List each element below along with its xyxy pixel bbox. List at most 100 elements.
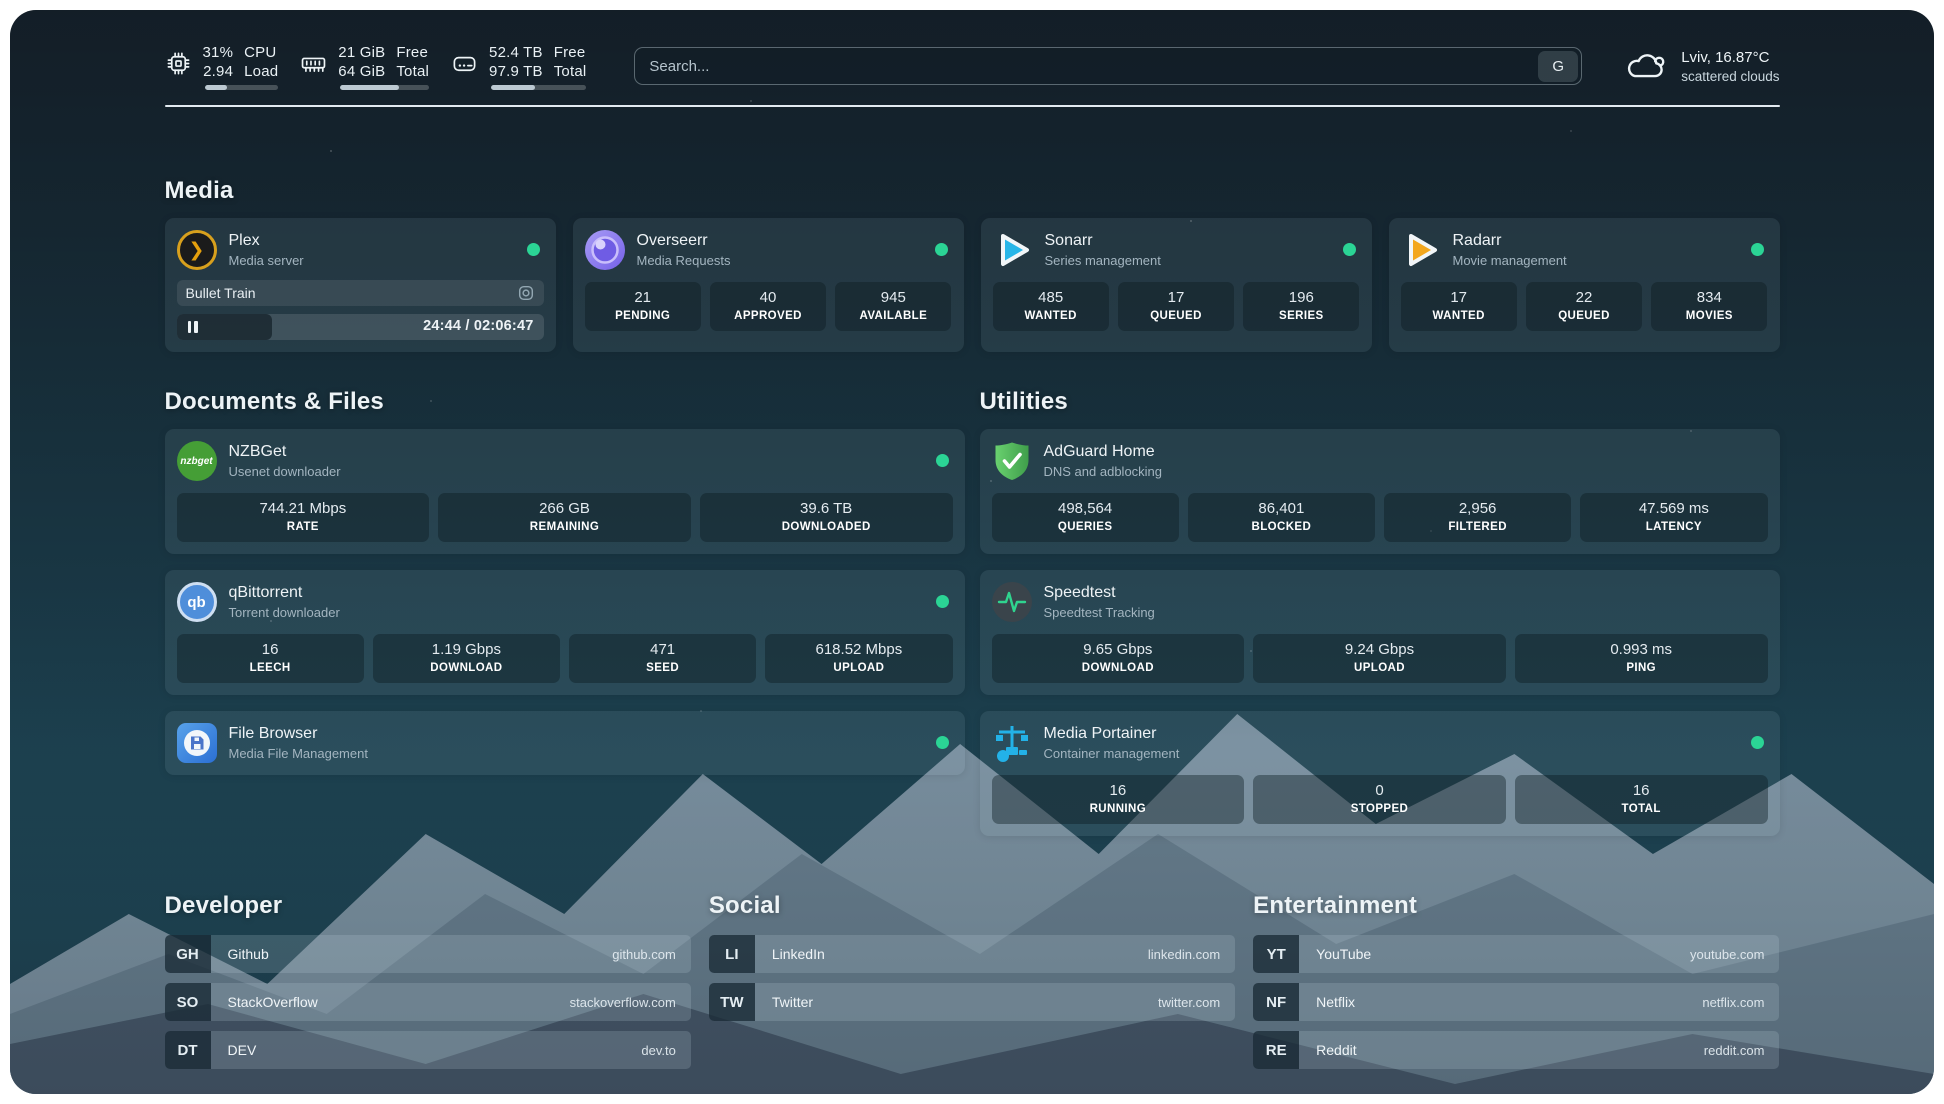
- nzbget-icon: nzbget: [177, 441, 217, 481]
- bookmark-url: reddit.com: [1704, 1043, 1765, 1058]
- disk-free-value: 52.4 TB: [489, 43, 543, 62]
- service-subtitle: Series management: [1045, 252, 1161, 269]
- status-dot: [935, 243, 948, 256]
- service-stats: 744.21 Mbps RATE 266 GB REMAINING 39.6 T…: [177, 493, 953, 542]
- stat-leech: 16 LEECH: [177, 634, 364, 683]
- service-link-portainer[interactable]: Media Portainer Container management: [992, 723, 1768, 763]
- search-bar: G: [634, 47, 1582, 85]
- portainer-icon: [992, 723, 1032, 763]
- service-card-overseerr: Overseerr Media Requests 21 PENDING 40 A…: [573, 218, 964, 352]
- weather-widget[interactable]: Lviv, 16.87°C scattered clouds: [1624, 48, 1779, 85]
- service-title: AdGuard Home: [1044, 442, 1163, 462]
- service-card-plex: ❯ Plex Media server Bullet Train: [165, 218, 556, 352]
- service-link-qbittorrent[interactable]: qb qBittorrent Torrent downloader: [177, 582, 953, 622]
- overseerr-icon: [585, 230, 625, 270]
- service-title: Plex: [229, 231, 304, 251]
- bookmark-label: Github: [228, 946, 269, 962]
- section-title-documents: Documents & Files: [165, 388, 965, 416]
- bookmark-dev[interactable]: DT DEV dev.to: [165, 1031, 691, 1069]
- stat-download: 1.19 Gbps DOWNLOAD: [373, 634, 560, 683]
- bookmark-netflix[interactable]: NF Netflix netflix.com: [1253, 983, 1779, 1021]
- stat-ping: 0.993 ms PING: [1515, 634, 1768, 683]
- service-subtitle: DNS and adblocking: [1044, 463, 1163, 480]
- bookmark-abbr: YT: [1253, 935, 1299, 973]
- bookmark-url: stackoverflow.com: [570, 995, 676, 1010]
- service-link-nzbget[interactable]: nzbget NZBGet Usenet downloader: [177, 441, 953, 481]
- status-dot: [936, 454, 949, 467]
- cpu-widget: 31% 2.94 CPU Load: [165, 43, 279, 90]
- view-toggle-icon[interactable]: [517, 284, 535, 302]
- pause-icon[interactable]: [188, 321, 198, 333]
- status-dot: [936, 595, 949, 608]
- memory-progress-bar: [340, 85, 429, 90]
- service-subtitle: Media server: [229, 252, 304, 269]
- bookmark-label: YouTube: [1316, 946, 1371, 962]
- stat-blocked: 86,401 BLOCKED: [1188, 493, 1375, 542]
- bookmark-url: github.com: [612, 947, 676, 962]
- bookmark-github[interactable]: GH Github github.com: [165, 935, 691, 973]
- service-link-overseerr[interactable]: Overseerr Media Requests: [585, 230, 952, 270]
- search-engine-button[interactable]: G: [1538, 51, 1578, 82]
- plex-progress-bar: 24:44 / 02:06:47: [177, 314, 544, 340]
- stat-download: 9.65 Gbps DOWNLOAD: [992, 634, 1245, 683]
- stat-filtered: 2,956 FILTERED: [1384, 493, 1571, 542]
- weather-condition: scattered clouds: [1681, 68, 1779, 85]
- bookmark-reddit[interactable]: RE Reddit reddit.com: [1253, 1031, 1779, 1069]
- stat-upload: 9.24 Gbps UPLOAD: [1253, 634, 1506, 683]
- now-playing-title: Bullet Train: [186, 285, 256, 301]
- service-card-adguard: AdGuard Home DNS and adblocking 498,564 …: [980, 429, 1780, 554]
- cloud-icon: [1624, 50, 1668, 82]
- cpu-icon: [165, 50, 192, 77]
- plex-now-playing: Bullet Train: [177, 280, 544, 306]
- stat-upload: 618.52 Mbps UPLOAD: [765, 634, 952, 683]
- service-link-filebrowser[interactable]: File Browser Media File Management: [177, 723, 953, 763]
- bookmark-linkedin[interactable]: LI LinkedIn linkedin.com: [709, 935, 1235, 973]
- stat-queued: 17 QUEUED: [1118, 282, 1234, 331]
- bookmark-url: netflix.com: [1702, 995, 1764, 1010]
- search-input[interactable]: [635, 48, 1538, 84]
- stat-latency: 47.569 ms LATENCY: [1580, 493, 1767, 542]
- bookmark-twitter[interactable]: TW Twitter twitter.com: [709, 983, 1235, 1021]
- cpu-progress-bar: [205, 85, 279, 90]
- service-subtitle: Speedtest Tracking: [1044, 604, 1155, 621]
- stat-remaining: 266 GB REMAINING: [438, 493, 691, 542]
- service-title: Speedtest: [1044, 583, 1155, 603]
- service-card-sonarr: Sonarr Series management 485 WANTED 17 Q…: [981, 218, 1372, 352]
- service-title: qBittorrent: [229, 583, 340, 603]
- disk-total-label: Total: [554, 62, 587, 81]
- memory-free-value: 21 GiB: [338, 43, 385, 62]
- documents-column: Documents & Files nzbget NZBGet Usenet d…: [165, 388, 965, 775]
- bookmark-youtube[interactable]: YT YouTube youtube.com: [1253, 935, 1779, 973]
- stat-pending: 21 PENDING: [585, 282, 701, 331]
- service-link-radarr[interactable]: Radarr Movie management: [1401, 230, 1768, 270]
- status-dot: [936, 736, 949, 749]
- bookmark-label: StackOverflow: [228, 994, 318, 1010]
- service-title: Overseerr: [637, 231, 731, 251]
- dashboard-frame: 31% 2.94 CPU Load: [0, 0, 1944, 1104]
- bookmark-label: DEV: [228, 1042, 257, 1058]
- bookmark-abbr: LI: [709, 935, 755, 973]
- memory-free-label: Free: [396, 43, 429, 62]
- bookmark-stackoverflow[interactable]: SO StackOverflow stackoverflow.com: [165, 983, 691, 1021]
- service-subtitle: Torrent downloader: [229, 604, 340, 621]
- snow-specks: [10, 10, 12, 12]
- section-title-entertainment: Entertainment: [1253, 892, 1779, 920]
- service-link-speedtest[interactable]: Speedtest Speedtest Tracking: [992, 582, 1768, 622]
- bookmark-url: linkedin.com: [1148, 947, 1220, 962]
- stat-series: 196 SERIES: [1243, 282, 1359, 331]
- memory-total-label: Total: [396, 62, 429, 81]
- service-link-sonarr[interactable]: Sonarr Series management: [993, 230, 1360, 270]
- stat-rate: 744.21 Mbps RATE: [177, 493, 430, 542]
- service-link-adguard[interactable]: AdGuard Home DNS and adblocking: [992, 441, 1768, 481]
- service-card-nzbget: nzbget NZBGet Usenet downloader 744.21 M…: [165, 429, 965, 554]
- service-link-plex[interactable]: ❯ Plex Media server: [177, 230, 544, 270]
- bookmark-url: dev.to: [641, 1043, 675, 1058]
- memory-widget: 21 GiB 64 GiB Free Total: [300, 43, 429, 90]
- service-stats: 16 RUNNING 0 STOPPED 16 TOTAL: [992, 775, 1768, 824]
- utilities-column: Utilities AdGuard Home DNS and adblockin…: [980, 388, 1780, 836]
- status-dot: [1343, 243, 1356, 256]
- section-title-utilities: Utilities: [980, 388, 1780, 416]
- speedtest-icon: [992, 582, 1032, 622]
- bookmark-abbr: DT: [165, 1031, 211, 1069]
- service-subtitle: Media File Management: [229, 745, 368, 762]
